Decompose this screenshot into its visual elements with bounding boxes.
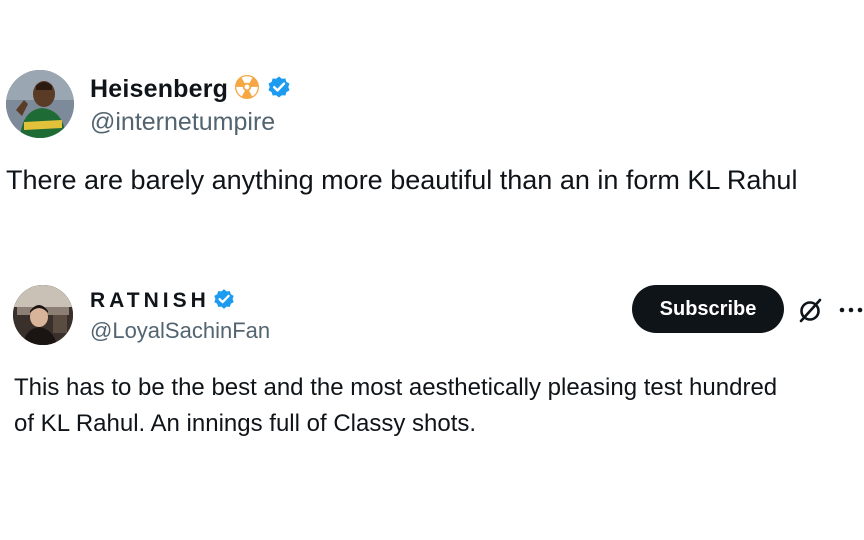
quoted-tweet: Heisenberg @internetumpire There are bar…: [0, 0, 864, 240]
avatar[interactable]: [6, 70, 74, 138]
portrait-avatar-icon: [13, 285, 73, 345]
subscribe-button[interactable]: Subscribe: [632, 285, 784, 333]
author-handle[interactable]: @LoyalSachinFan: [90, 318, 270, 344]
tweet-text: There are barely anything more beautiful…: [6, 165, 798, 195]
author-row: Heisenberg: [90, 72, 292, 106]
author-row: RATNISH: [90, 286, 236, 316]
tweet-text-line: This has to be the best and the most aes…: [14, 374, 778, 401]
tweet-text-line: of KL Rahul. An innings full of Classy s…: [14, 410, 477, 437]
display-name[interactable]: Heisenberg: [90, 75, 228, 104]
author-handle[interactable]: @internetumpire: [90, 108, 275, 137]
cricketer-avatar-icon: [6, 70, 74, 138]
radiation-icon: [234, 74, 260, 105]
avatar[interactable]: [13, 285, 73, 345]
display-name[interactable]: RATNISH: [90, 289, 210, 313]
tweet-text: This has to be the best and the most aes…: [14, 370, 864, 442]
verified-badge-icon: [266, 74, 292, 105]
verified-badge-icon: [212, 287, 236, 316]
grok-icon[interactable]: [797, 296, 825, 324]
more-options-icon[interactable]: [838, 298, 864, 322]
tweet: RATNISH @LoyalSachinFan Subscribe This h…: [0, 240, 864, 540]
